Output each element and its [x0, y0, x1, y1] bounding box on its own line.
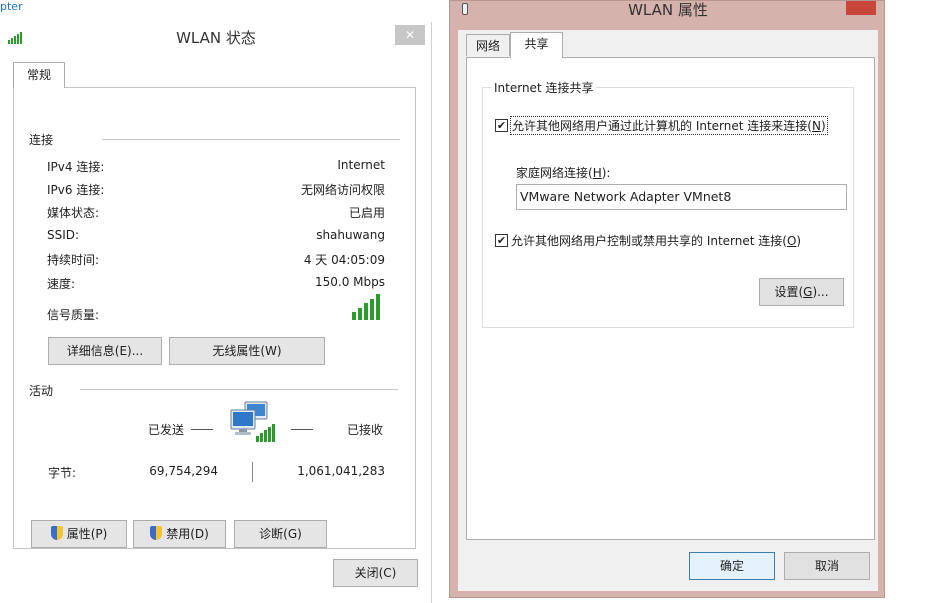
duration-value: 4 天 04:05:09 [303, 253, 385, 267]
settings-button[interactable]: 设置(G)... [759, 278, 844, 306]
uac-shield-icon [50, 526, 63, 540]
ipv4-label: IPv4 连接: [47, 160, 105, 174]
media-state-label: 媒体状态: [47, 206, 100, 220]
ipv6-label: IPv6 连接: [47, 183, 105, 197]
signal-quality-label: 信号质量: [47, 308, 100, 322]
sent-label: 已发送 [148, 423, 185, 437]
dialog-client-area: 网络 共享 Internet 连接共享 ✔ 允许其他网络用户通过此计算机的 In… [458, 30, 878, 591]
ics-group-title: Internet 连接共享 [491, 79, 597, 96]
bytes-label: 字节: [48, 466, 77, 480]
network-computers-icon [229, 400, 279, 448]
ssid-label: SSID: [47, 228, 80, 242]
diagnose-button[interactable]: 诊断(G) [234, 520, 327, 548]
activity-section-title: 活动 [29, 384, 54, 398]
close-icon[interactable]: ✕ [395, 25, 425, 45]
tab-general[interactable]: 常规 [13, 62, 65, 88]
disable-button[interactable]: 禁用(D) [133, 520, 226, 548]
ssid-value: shahuwang [316, 228, 385, 242]
duration-label: 持续时间: [47, 253, 100, 267]
wlan-status-dialog: WLAN 状态 ✕ 常规 连接 IPv4 连接: Internet IPv6 连… [0, 22, 432, 603]
wifi-signal-icon [352, 294, 382, 320]
wlan-properties-dialog: WLAN 属性 网络 共享 Internet 连接共享 ✔ 允许其他网络用户通过… [449, 0, 885, 598]
home-network-select[interactable]: VMware Network Adapter VMnet8 [516, 184, 847, 210]
background-link-fragment[interactable]: pter [0, 0, 23, 13]
bytes-divider [252, 462, 253, 482]
close-button[interactable]: 关闭(C) [333, 559, 418, 587]
disable-button-label: 禁用(D) [166, 527, 209, 541]
received-label: 已接收 [347, 423, 384, 437]
bytes-received-value: 1,061,041,283 [297, 464, 385, 478]
tab-network[interactable]: 网络 [466, 34, 510, 56]
properties-button[interactable]: 属性(P) [31, 520, 127, 548]
received-dash [291, 429, 313, 430]
details-button[interactable]: 详细信息(E)... [48, 337, 162, 365]
allow-control-label[interactable]: 允许其他网络用户控制或禁用共享的 Internet 连接(O) [511, 232, 801, 249]
sharing-panel: Internet 连接共享 ✔ 允许其他网络用户通过此计算机的 Internet… [466, 57, 875, 540]
bytes-sent-value: 69,754,294 [149, 464, 218, 478]
general-panel: 连接 IPv4 连接: Internet IPv6 连接: 无网络访问权限 媒体… [13, 87, 416, 549]
speed-value: 150.0 Mbps [314, 275, 385, 289]
allow-sharing-label[interactable]: 允许其他网络用户通过此计算机的 Internet 连接来连接(N) [510, 116, 828, 135]
uac-shield-icon [150, 526, 163, 540]
wireless-properties-button[interactable]: 无线属性(W) [169, 337, 325, 365]
ics-group: Internet 连接共享 ✔ 允许其他网络用户通过此计算机的 Internet… [482, 79, 854, 328]
home-network-label: 家庭网络连接(H): [516, 166, 611, 180]
ok-button[interactable]: 确定 [689, 552, 775, 580]
close-icon[interactable] [846, 1, 876, 15]
connection-section-title: 连接 [29, 133, 54, 147]
speed-label: 速度: [47, 277, 76, 291]
ipv4-value: Internet [337, 158, 385, 172]
properties-button-label: 属性(P) [66, 527, 108, 541]
media-state-value: 已启用 [348, 206, 385, 220]
dialog-title: WLAN 状态 [176, 29, 256, 47]
allow-sharing-checkbox[interactable]: ✔ [495, 119, 508, 132]
dialog-title: WLAN 属性 [628, 1, 708, 19]
allow-control-checkbox[interactable]: ✔ [495, 234, 508, 247]
activity-divider [80, 389, 398, 390]
sent-dash [191, 429, 213, 430]
cancel-button[interactable]: 取消 [784, 552, 870, 580]
tab-sharing[interactable]: 共享 [510, 32, 563, 58]
ipv6-value: 无网络访问权限 [300, 183, 385, 197]
connection-divider [102, 139, 400, 140]
